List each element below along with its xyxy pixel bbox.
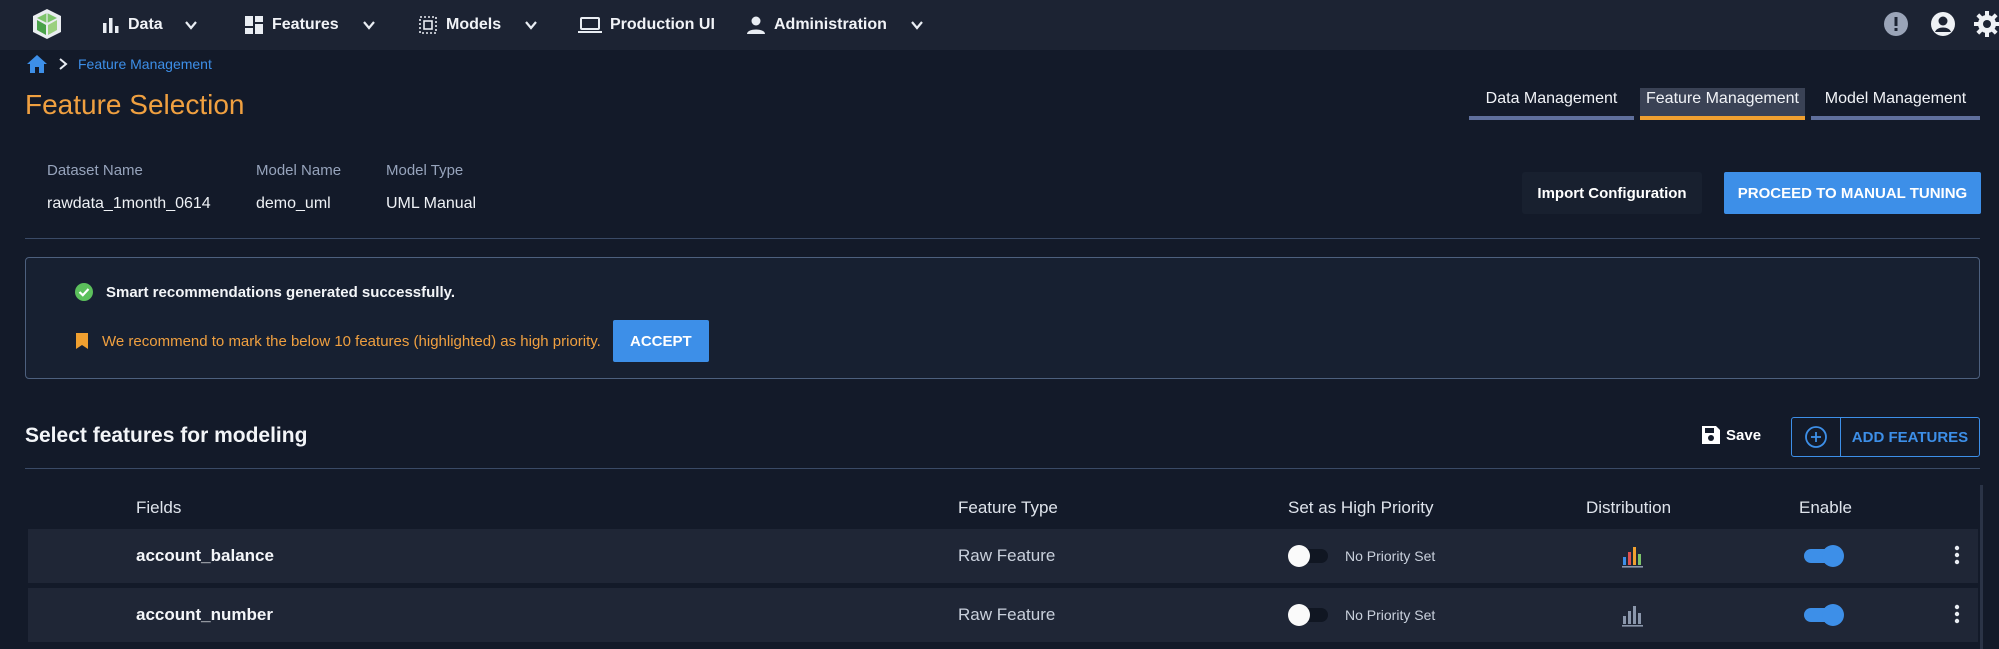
feature-type: Raw Feature: [958, 605, 1056, 624]
column-header-enable[interactable]: Enable: [1799, 498, 1852, 518]
nav-data-label: Data: [128, 16, 163, 33]
nav-models-label: Models: [446, 16, 502, 33]
divider: [25, 238, 1980, 239]
alert-icon[interactable]: [1882, 10, 1910, 38]
chevron-down-icon[interactable]: [909, 17, 925, 33]
meta-dataset-value: rawdata_1month_0614: [47, 195, 211, 212]
table-row: account_balance Raw Feature No Priority …: [28, 529, 1978, 583]
field-name: account_number: [136, 605, 273, 624]
nav-administration[interactable]: Administration: [746, 0, 925, 50]
meta-model-name-label: Model Name: [256, 162, 342, 179]
model-grid-icon: [419, 16, 437, 34]
chevron-down-icon[interactable]: [361, 17, 377, 33]
proceed-to-manual-tuning-button[interactable]: PROCEED TO MANUAL TUNING: [1724, 172, 1981, 214]
tab-feature-management[interactable]: Feature Management: [1640, 88, 1805, 120]
bar-chart-icon: [103, 18, 119, 33]
meta-dataset-label: Dataset Name: [47, 162, 143, 179]
column-header-feature-type[interactable]: Feature Type: [958, 498, 1058, 518]
field-name: account_balance: [136, 546, 274, 565]
distribution-chart-icon[interactable]: [1620, 602, 1646, 628]
save-icon: [1702, 426, 1720, 444]
enable-toggle[interactable]: [1804, 545, 1844, 567]
nav-production-ui[interactable]: Production UI: [578, 0, 715, 50]
meta-model-type: Model Type UML Manual: [386, 162, 476, 213]
laptop-icon: [578, 17, 602, 33]
top-nav-bar: Data Features Models Production UI Admin…: [0, 0, 1999, 50]
tab-model-management[interactable]: Model Management: [1811, 88, 1980, 120]
chevron-down-icon[interactable]: [183, 17, 199, 33]
nav-production-ui-label: Production UI: [610, 16, 715, 33]
tab-data-management[interactable]: Data Management: [1469, 88, 1634, 120]
column-header-high-priority[interactable]: Set as High Priority: [1288, 498, 1434, 518]
enable-toggle[interactable]: [1804, 604, 1844, 626]
meta-model-type-label: Model Type: [386, 162, 464, 179]
section-title: Select features for modeling: [25, 424, 308, 447]
add-features-button[interactable]: ADD FEATURES: [1791, 417, 1980, 457]
priority-status: No Priority Set: [1345, 548, 1436, 564]
recommendation-text: We recommend to mark the below 10 featur…: [102, 332, 601, 350]
more-options-icon[interactable]: [1953, 602, 1961, 626]
column-header-distribution[interactable]: Distribution: [1586, 498, 1671, 518]
breadcrumb: Feature Management: [26, 54, 212, 74]
priority-status: No Priority Set: [1345, 607, 1436, 623]
success-text: Smart recommendations generated successf…: [106, 283, 456, 301]
save-label: Save: [1726, 426, 1762, 444]
account-icon[interactable]: [1929, 10, 1957, 38]
column-header-fields[interactable]: Fields: [136, 498, 181, 518]
gear-icon[interactable]: [1973, 10, 1999, 38]
recommendation-panel: Smart recommendations generated successf…: [25, 257, 1980, 379]
meta-model-type-value: UML Manual: [386, 195, 477, 212]
dashboard-icon: [245, 16, 263, 34]
high-priority-toggle[interactable]: [1288, 604, 1328, 626]
home-icon[interactable]: [26, 54, 48, 74]
person-icon: [747, 16, 765, 34]
add-features-label: ADD FEATURES: [1851, 428, 1969, 446]
table-scrollbar[interactable]: [1980, 485, 1983, 649]
app-logo-icon[interactable]: [30, 7, 64, 41]
more-options-icon[interactable]: [1953, 543, 1961, 567]
management-tabs: Data Management Feature Management Model…: [1469, 88, 1980, 120]
table-row: account_number Raw Feature No Priority S…: [28, 588, 1978, 642]
recommendation-message: We recommend to mark the below 10 featur…: [74, 320, 709, 362]
nav-models[interactable]: Models: [418, 0, 539, 50]
breadcrumb-current[interactable]: Feature Management: [78, 56, 212, 72]
nav-administration-label: Administration: [774, 16, 887, 33]
meta-model-name-value: demo_uml: [256, 195, 331, 212]
chevron-down-icon[interactable]: [523, 17, 539, 33]
high-priority-toggle[interactable]: [1288, 545, 1328, 567]
nav-data[interactable]: Data: [102, 0, 199, 50]
distribution-chart-icon[interactable]: [1620, 543, 1646, 569]
nav-features-label: Features: [272, 16, 339, 33]
save-button[interactable]: Save: [1700, 424, 1761, 446]
bookmark-icon: [76, 333, 88, 349]
feature-type: Raw Feature: [958, 546, 1056, 565]
accept-button[interactable]: ACCEPT: [612, 320, 709, 362]
check-circle-icon: [75, 283, 93, 301]
meta-model-name: Model Name demo_uml: [256, 162, 341, 213]
import-configuration-button[interactable]: Import Configuration: [1522, 172, 1702, 214]
chevron-right-icon: [59, 58, 68, 70]
divider: [25, 468, 1980, 469]
nav-features[interactable]: Features: [244, 0, 377, 50]
add-circle-icon: [1805, 426, 1827, 448]
meta-dataset: Dataset Name rawdata_1month_0614: [47, 162, 211, 213]
page-title: Feature Selection: [25, 89, 245, 120]
success-message: Smart recommendations generated successf…: [74, 282, 455, 302]
